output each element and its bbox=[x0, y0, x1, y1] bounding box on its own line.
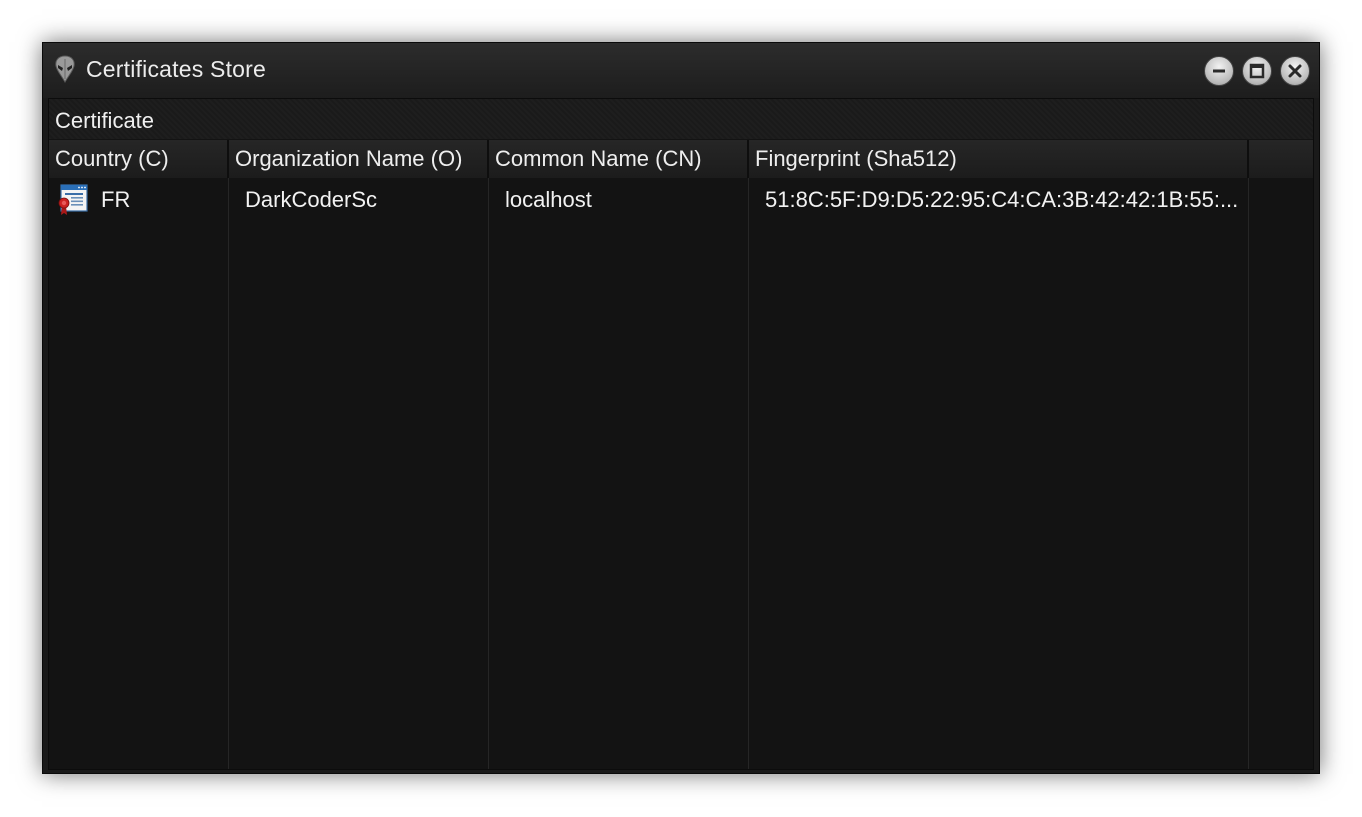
column-separator bbox=[1248, 178, 1249, 769]
cell-organization: DarkCoderSc bbox=[245, 187, 378, 212]
column-header-filler bbox=[1249, 140, 1313, 178]
maximize-icon bbox=[1249, 63, 1265, 79]
column-header-row: Country (C) Organization Name (O) Common… bbox=[49, 140, 1313, 178]
column-header-country[interactable]: Country (C) bbox=[49, 140, 229, 178]
minimize-icon bbox=[1213, 69, 1225, 73]
close-button[interactable] bbox=[1280, 56, 1310, 86]
certificate-list-panel: Certificate Country (C) Organization Nam… bbox=[48, 98, 1314, 770]
group-header[interactable]: Certificate bbox=[49, 99, 1313, 139]
column-header-common-name[interactable]: Common Name (CN) bbox=[489, 140, 749, 178]
column-header-fingerprint[interactable]: Fingerprint (Sha512) bbox=[749, 140, 1249, 178]
maximize-button[interactable] bbox=[1242, 56, 1272, 86]
column-separator bbox=[748, 178, 749, 769]
close-icon bbox=[1288, 64, 1302, 78]
title-bar[interactable]: Certificates Store bbox=[43, 43, 1319, 98]
certificates-store-window: Certificates Store Certificate Country (… bbox=[42, 42, 1320, 774]
column-separator bbox=[228, 178, 229, 769]
table-row[interactable]: FR DarkCoderSc localhost 51:8C:5F:D9:D5:… bbox=[49, 180, 1313, 220]
certificate-icon bbox=[58, 184, 88, 215]
cell-fingerprint: 51:8C:5F:D9:D5:22:95:C4:CA:3B:42:42:1B:5… bbox=[765, 187, 1239, 212]
cell-common-name: localhost bbox=[505, 187, 592, 212]
window-shadow: Certificates Store Certificate Country (… bbox=[42, 42, 1320, 774]
cell-country: FR bbox=[101, 187, 131, 212]
alien-head-icon bbox=[55, 55, 75, 83]
group-label: Certificate bbox=[55, 108, 155, 133]
column-separator bbox=[488, 178, 489, 769]
minimize-button[interactable] bbox=[1204, 56, 1234, 86]
column-header-organization[interactable]: Organization Name (O) bbox=[229, 140, 489, 178]
window-title: Certificates Store bbox=[86, 56, 266, 82]
